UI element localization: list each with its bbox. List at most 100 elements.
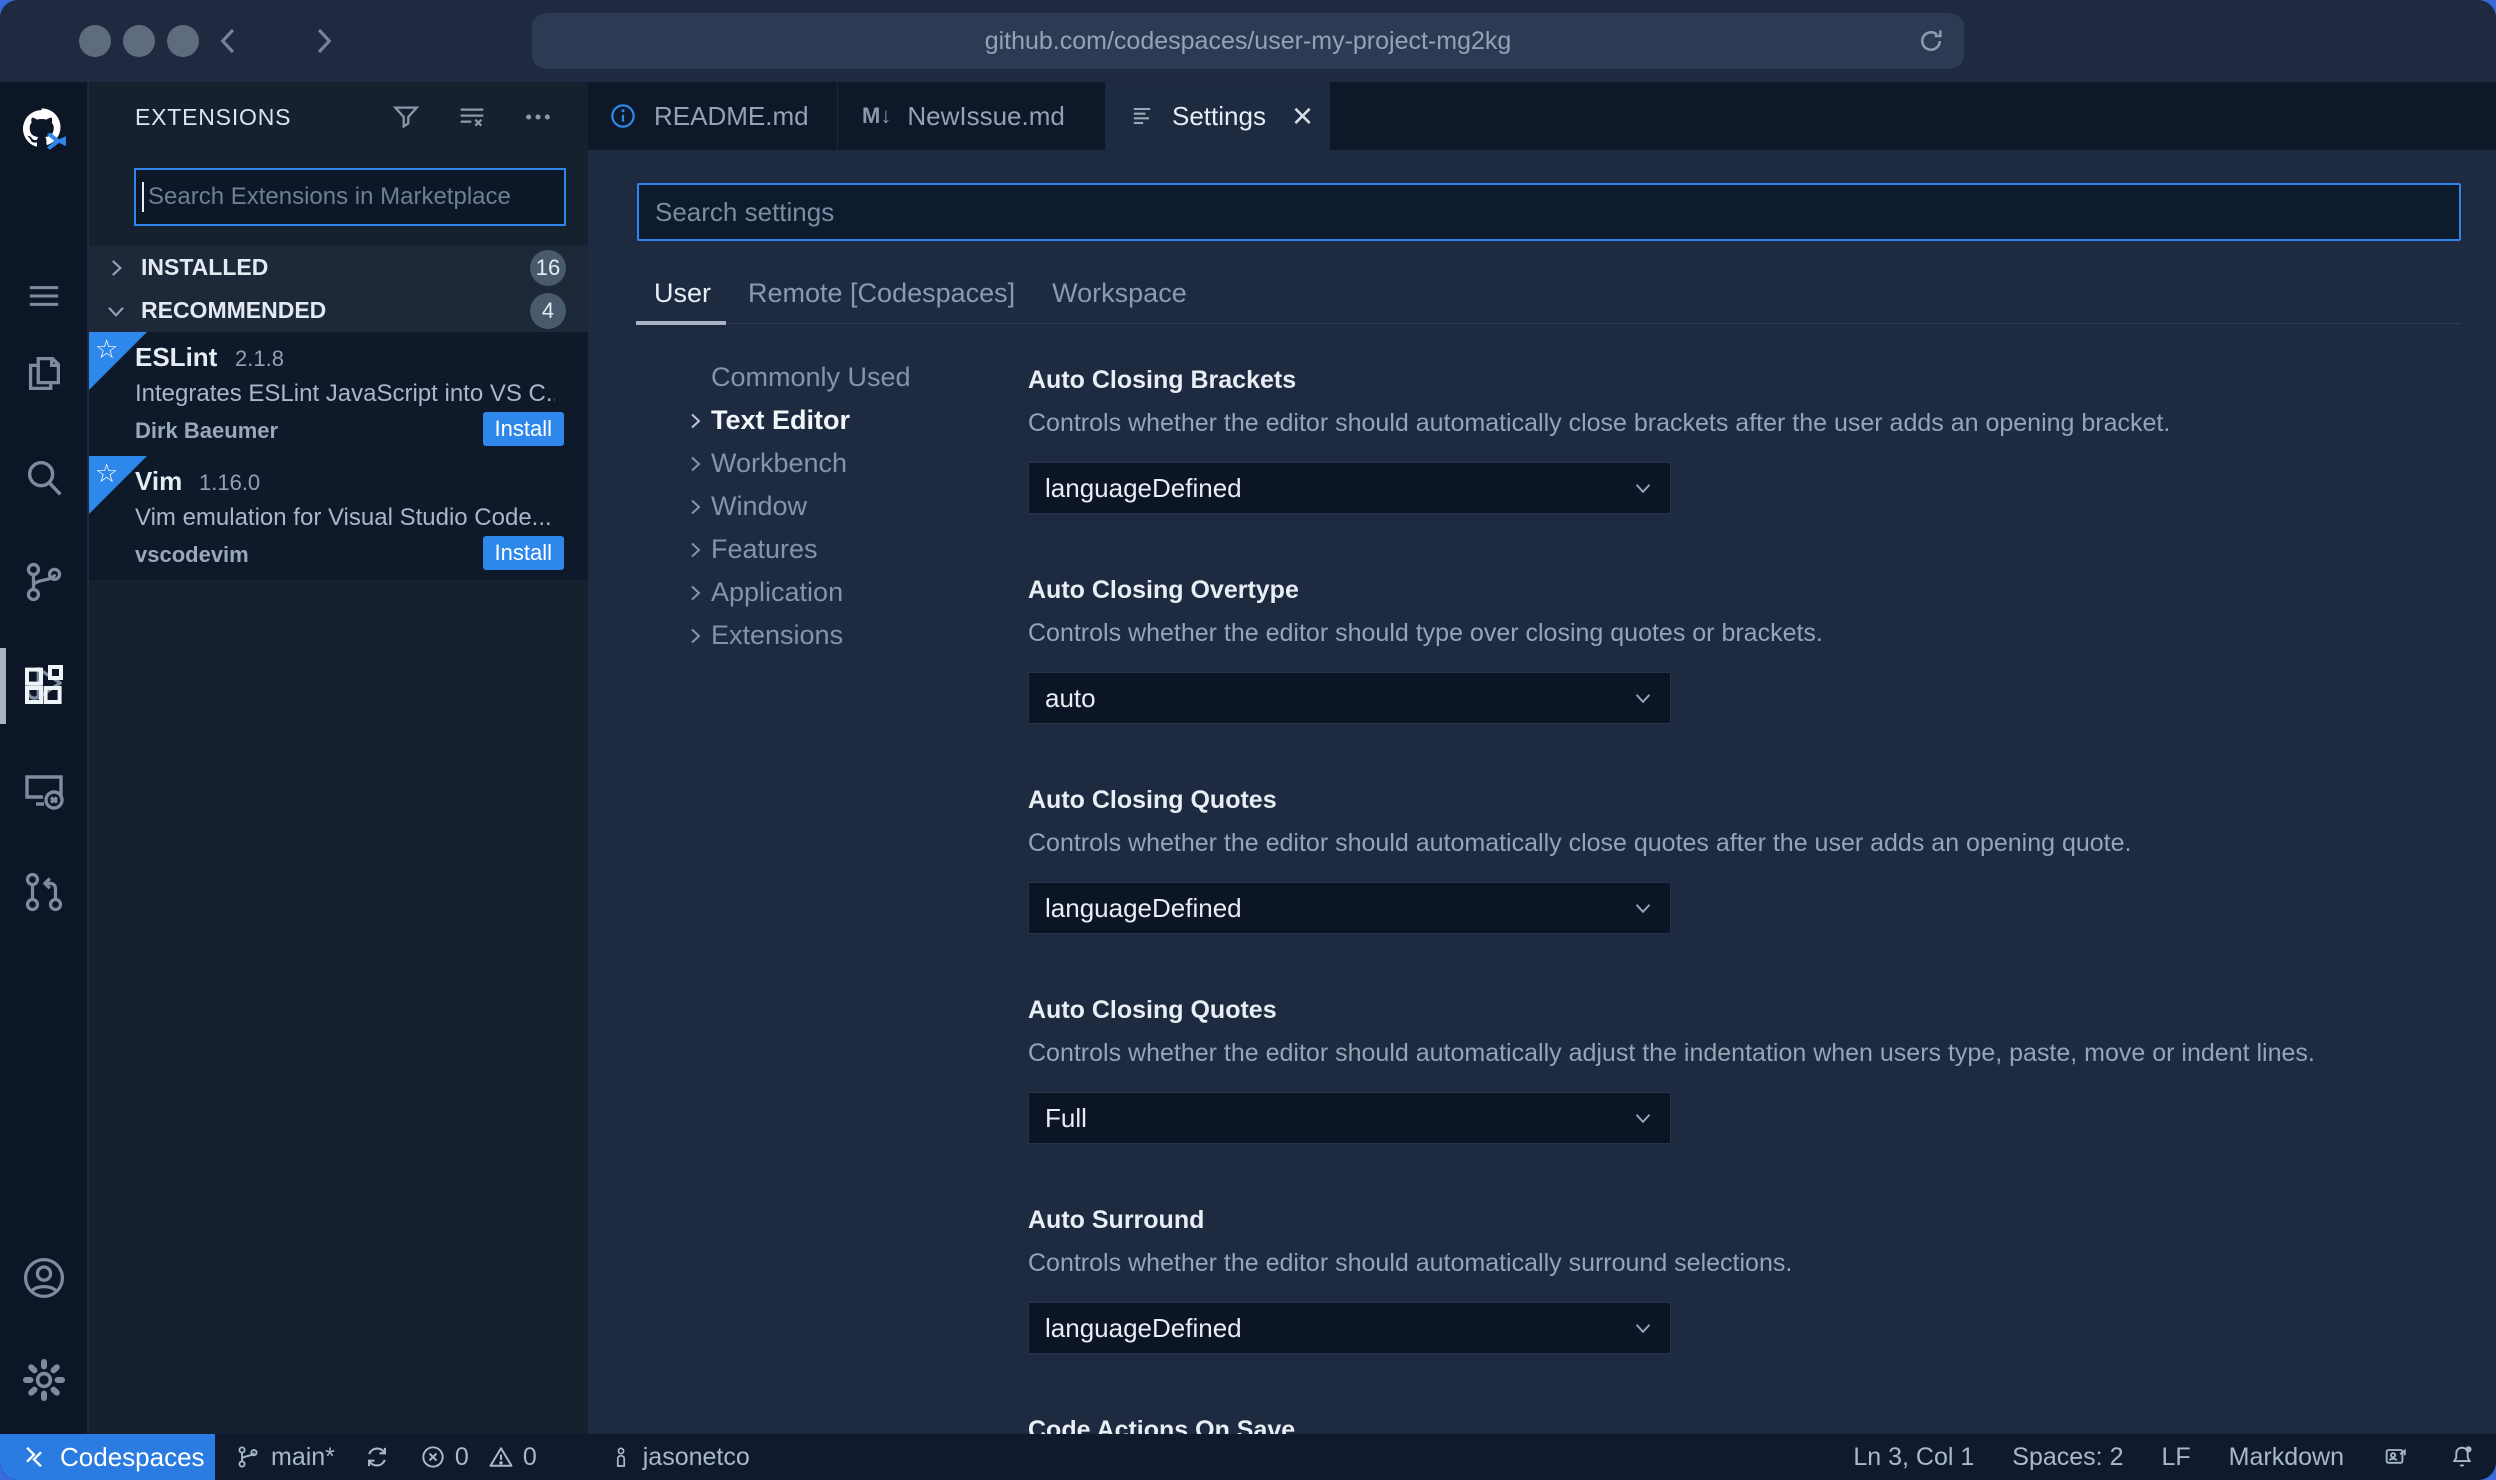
install-button[interactable]: Install	[482, 412, 564, 446]
settings-gear-icon[interactable]	[0, 1344, 88, 1416]
setting-description: Controls whether the editor should autom…	[1028, 1039, 2315, 1067]
chevron-down-icon	[1630, 685, 1656, 711]
chevron-right-icon	[683, 452, 711, 476]
setting-description: Controls whether the editor should type …	[1028, 619, 1823, 647]
reload-icon[interactable]	[1916, 26, 1946, 56]
extensions-search-box[interactable]	[134, 168, 566, 226]
browser-chrome: github.com/codespaces/user-my-project-mg…	[0, 0, 2496, 82]
more-actions-icon[interactable]	[522, 101, 554, 133]
recommended-count-badge: 4	[530, 292, 566, 329]
install-button[interactable]: Install	[482, 536, 564, 570]
toc-workbench[interactable]: Workbench	[683, 442, 911, 485]
setting-title: Auto Closing Quotes	[1028, 996, 1277, 1024]
sidebar-title: EXTENSIONS	[135, 103, 292, 130]
sync-icon[interactable]	[363, 1443, 391, 1471]
toc-commonly-used[interactable]: Commonly Used	[683, 356, 911, 399]
section-recommended[interactable]: RECOMMENDED 4	[89, 289, 588, 332]
tab-label: README.md	[654, 100, 809, 131]
scope-tab-remote[interactable]: Remote [Codespaces]	[748, 278, 1015, 309]
explorer-icon[interactable]	[0, 338, 88, 410]
forward-icon[interactable]	[304, 22, 342, 60]
window-minimize-button[interactable]	[123, 25, 155, 57]
setting-title: Code Actions On Save	[1028, 1416, 1296, 1434]
codespaces-remote-button[interactable]: Codespaces	[0, 1434, 215, 1480]
extension-version: 1.16.0	[199, 470, 261, 495]
setting-auto-closing-quotes-2: Auto Closing Quotes Controls whether the…	[1028, 992, 2462, 1202]
scope-tab-user[interactable]: User	[654, 278, 711, 309]
url-text: github.com/codespaces/user-my-project-mg…	[984, 26, 1512, 55]
section-label: RECOMMENDED	[141, 297, 327, 323]
toc-application[interactable]: Application	[683, 571, 911, 614]
user-status[interactable]: jasonetco	[609, 1443, 750, 1472]
star-icon: ☆	[95, 458, 119, 488]
dropdown-value: auto	[1045, 682, 1096, 713]
extensions-search-input[interactable]	[144, 183, 564, 211]
settings-editor: User Remote [Codespaces] Workspace Commo…	[588, 150, 2496, 1434]
setting-dropdown[interactable]: languageDefined	[1028, 882, 1671, 934]
problems-status[interactable]: 0 0	[419, 1443, 537, 1472]
setting-description: Controls whether the editor should autom…	[1028, 1249, 1793, 1277]
chevron-right-icon	[683, 581, 711, 605]
extensions-icon[interactable]	[0, 650, 88, 722]
tab-newissue[interactable]: M↓ NewIssue.md	[838, 82, 1106, 150]
window-controls[interactable]	[79, 25, 199, 57]
toc-features[interactable]: Features	[683, 528, 911, 571]
setting-auto-closing-brackets: Auto Closing Brackets Controls whether t…	[1028, 362, 2462, 572]
back-icon[interactable]	[210, 22, 248, 60]
source-control-icon[interactable]	[0, 546, 88, 618]
language-mode[interactable]: Markdown	[2229, 1443, 2344, 1472]
notifications-bell-icon[interactable]	[2448, 1443, 2476, 1471]
account-icon[interactable]	[0, 1242, 88, 1314]
info-icon	[608, 101, 638, 131]
setting-dropdown[interactable]: Full	[1028, 1092, 1671, 1144]
window-maximize-button[interactable]	[167, 25, 199, 57]
extension-name: ESLint	[135, 342, 218, 372]
extension-item-vim[interactable]: ☆ Vim 1.16.0 Vim emulation for Visual St…	[89, 456, 588, 580]
toc-text-editor[interactable]: Text Editor	[683, 399, 911, 442]
warnings-icon	[487, 1443, 515, 1471]
tab-label: Settings	[1172, 100, 1266, 131]
tab-readme[interactable]: README.md	[588, 82, 838, 150]
chevron-right-icon	[683, 624, 711, 648]
chevron-right-icon	[683, 538, 711, 562]
setting-title: Auto Closing Brackets	[1028, 366, 1297, 394]
github-pull-requests-icon[interactable]	[0, 856, 88, 928]
eol-status[interactable]: LF	[2161, 1443, 2190, 1472]
tab-settings[interactable]: Settings ×	[1106, 82, 1330, 150]
feedback-icon[interactable]	[2382, 1443, 2410, 1471]
editor-tab-bar: README.md M↓ NewIssue.md Settings ×	[588, 82, 2496, 150]
remote-explorer-icon[interactable]	[0, 754, 88, 826]
window-close-button[interactable]	[79, 25, 111, 57]
section-installed[interactable]: INSTALLED 16	[89, 246, 588, 289]
filter-icon[interactable]	[390, 101, 422, 133]
menu-icon[interactable]	[0, 260, 88, 332]
dropdown-value: languageDefined	[1045, 892, 1242, 923]
settings-search-box[interactable]	[637, 183, 2461, 241]
error-count: 0	[454, 1442, 469, 1471]
address-bar[interactable]: github.com/codespaces/user-my-project-mg…	[532, 13, 1964, 69]
section-label: INSTALLED	[141, 254, 269, 280]
extension-author: Dirk Baeumer	[135, 418, 279, 443]
chevron-down-icon	[1630, 475, 1656, 501]
toc-window[interactable]: Window	[683, 485, 911, 528]
setting-dropdown[interactable]: auto	[1028, 672, 1671, 724]
git-branch-icon	[235, 1444, 261, 1470]
toc-extensions[interactable]: Extensions	[683, 614, 911, 657]
branch-status[interactable]: main*	[235, 1443, 335, 1472]
editor-area: README.md M↓ NewIssue.md Settings × User…	[588, 82, 2496, 1434]
extension-description: Vim emulation for Visual Studio Code...	[135, 504, 552, 531]
close-icon[interactable]: ×	[1292, 98, 1313, 134]
setting-dropdown[interactable]: languageDefined	[1028, 462, 1671, 514]
setting-description: Controls whether the editor should autom…	[1028, 829, 2132, 857]
extension-author: vscodevim	[135, 542, 249, 567]
setting-dropdown[interactable]: languageDefined	[1028, 1302, 1671, 1354]
search-icon[interactable]	[0, 442, 88, 514]
indentation-status[interactable]: Spaces: 2	[2012, 1443, 2123, 1472]
extension-item-eslint[interactable]: ☆ ESLint 2.1.8 Integrates ESLint JavaScr…	[89, 332, 588, 456]
settings-toc: Commonly Used Text Editor Workbench Wind…	[683, 356, 911, 657]
clear-list-icon[interactable]	[456, 101, 488, 133]
cursor-position[interactable]: Ln 3, Col 1	[1853, 1443, 1974, 1472]
scope-tab-workspace[interactable]: Workspace	[1052, 278, 1187, 309]
settings-search-input[interactable]	[639, 196, 2459, 228]
status-bar: Codespaces main* 0 0 jasonetco Ln 3, Col…	[0, 1434, 2496, 1480]
